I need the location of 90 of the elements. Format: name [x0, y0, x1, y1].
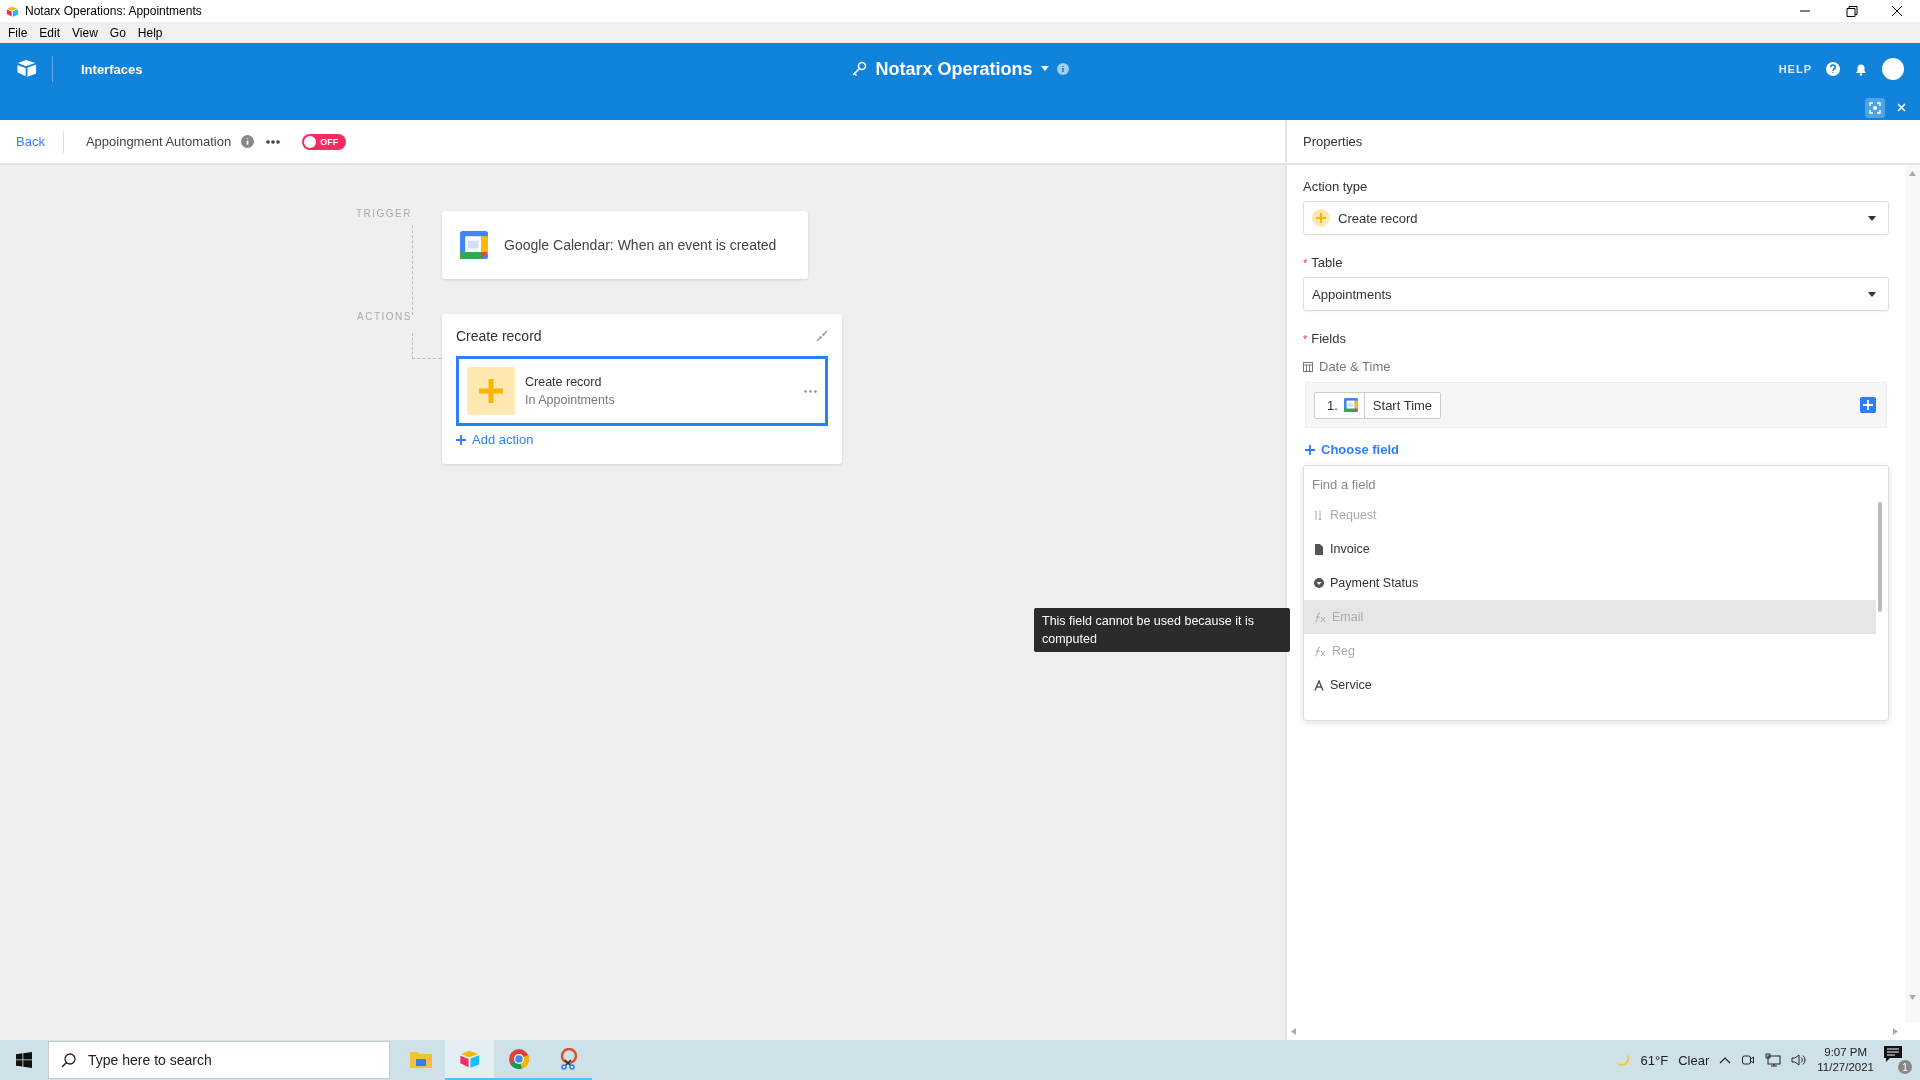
- info-icon[interactable]: [1056, 63, 1069, 75]
- app-logo-icon[interactable]: [458, 1048, 481, 1070]
- temperature: 61°F: [1640, 1052, 1669, 1068]
- insert-button[interactable]: [1860, 397, 1876, 413]
- field-name: Date & Time: [1319, 359, 1391, 374]
- calendar-icon: [1343, 398, 1358, 412]
- menu-item[interactable]: Edit: [33, 25, 67, 40]
- nav-link[interactable]: Interfaces: [81, 61, 143, 77]
- formula-icon: [1314, 611, 1326, 623]
- section-label: ACTIONS: [356, 311, 412, 322]
- tooltip: This field cannot be used because it is computed: [1034, 608, 1290, 652]
- plus-icon: [467, 367, 515, 415]
- section-label: TRIGGER: [354, 208, 412, 219]
- field-label: Fields: [1311, 331, 1346, 346]
- required-mark: *: [1303, 257, 1308, 269]
- scroll-left-icon[interactable]: [1291, 1027, 1296, 1035]
- connector-line: [412, 333, 441, 359]
- weather-text: Clear: [1678, 1052, 1710, 1068]
- plus-icon: [1305, 444, 1315, 455]
- menu-item[interactable]: Help: [131, 25, 169, 40]
- window-title: Notarx Operations: Appointments: [25, 4, 202, 18]
- scroll-down-icon[interactable]: [1909, 995, 1916, 1000]
- table-select[interactable]: Appointments: [1303, 277, 1889, 311]
- message-icon: [1884, 1046, 1902, 1062]
- trigger-card[interactable]: Google Calendar: When an event is created: [442, 211, 808, 279]
- number-field-icon: [1314, 509, 1324, 521]
- browser-icon: [507, 1048, 530, 1070]
- plus-icon: [456, 434, 466, 445]
- search-icon: [61, 1052, 76, 1068]
- caret-icon: [1868, 215, 1876, 221]
- key-icon: [851, 61, 868, 77]
- menu-item[interactable]: File: [2, 25, 34, 40]
- windows-logo-icon: [16, 1052, 32, 1068]
- calendar-grid-icon: [1303, 361, 1313, 372]
- add-action-link[interactable]: Add action: [456, 432, 534, 447]
- network-icon[interactable]: [1765, 1053, 1782, 1067]
- toggle-switch[interactable]: OFF: [302, 133, 347, 150]
- collapse-icon[interactable]: [816, 330, 828, 342]
- base-name[interactable]: Notarx Operations: [875, 58, 1033, 80]
- plus-icon: [1312, 209, 1330, 227]
- search-field[interactable]: Find a field: [1304, 466, 1888, 498]
- speaker-icon[interactable]: [1791, 1053, 1808, 1067]
- clock-date[interactable]: 11/27/2021: [1817, 1060, 1874, 1075]
- panel-title: Properties: [1303, 134, 1363, 149]
- camera-icon[interactable]: [1741, 1053, 1756, 1067]
- automation-name: Appoingment Automation: [85, 134, 232, 149]
- chevron-up-icon[interactable]: [1719, 1056, 1732, 1064]
- menu-item[interactable]: View: [66, 25, 104, 40]
- required-mark: *: [1303, 333, 1308, 345]
- notification-button[interactable]: 1: [1884, 1046, 1912, 1074]
- action-group-title: Create record: [456, 328, 542, 344]
- menu-item[interactable]: Go: [103, 25, 132, 40]
- formula-field[interactable]: 1. Start Time: [1305, 382, 1887, 428]
- app-logo-icon[interactable]: [6, 4, 19, 18]
- action-type-select[interactable]: Create record: [1303, 201, 1889, 235]
- field-option[interactable]: Payment Status: [1304, 566, 1876, 600]
- scrollbar[interactable]: [1905, 165, 1920, 1022]
- home-logo-icon[interactable]: [16, 59, 38, 79]
- scrollbar-thumb[interactable]: [1878, 502, 1882, 612]
- back-link[interactable]: Back: [16, 134, 45, 149]
- text-field-icon: [1314, 679, 1324, 691]
- bell-icon[interactable]: [1854, 62, 1868, 76]
- field-token[interactable]: 1. Start Time: [1314, 391, 1442, 419]
- close-icon[interactable]: [1897, 103, 1906, 112]
- document-icon: [1314, 543, 1324, 555]
- moon-icon: [1614, 1052, 1631, 1068]
- field-label: Action type: [1303, 179, 1369, 194]
- fullscreen-button[interactable]: [1865, 97, 1885, 118]
- action-title: Create record: [525, 375, 603, 389]
- taskbar-app[interactable]: [445, 1040, 494, 1080]
- help-icon[interactable]: [1826, 62, 1840, 76]
- calendar-icon: [460, 231, 488, 259]
- formula-icon: [1314, 645, 1326, 657]
- caret-icon: [1868, 291, 1876, 297]
- search-field[interactable]: Type here to search: [48, 1041, 390, 1079]
- caret-icon[interactable]: [1040, 66, 1049, 72]
- folder-icon: [409, 1050, 432, 1068]
- scroll-right-icon[interactable]: [1893, 1027, 1898, 1035]
- action-item[interactable]: Create record In Appointments: [456, 356, 828, 426]
- field-option[interactable]: Invoice: [1304, 532, 1876, 566]
- action-subtitle: In Appointments: [525, 393, 616, 407]
- dropdown-circle-icon: [1314, 578, 1324, 588]
- clock-time[interactable]: 9:07 PM: [1824, 1045, 1868, 1060]
- scroll-up-icon[interactable]: [1909, 171, 1916, 176]
- more-icon[interactable]: [266, 139, 281, 144]
- choose-field-link[interactable]: Choose field: [1305, 442, 1399, 457]
- field-label: Table: [1311, 255, 1343, 270]
- avatar[interactable]: [1882, 58, 1904, 80]
- field-option[interactable]: Service: [1304, 668, 1876, 702]
- info-icon[interactable]: [241, 135, 255, 148]
